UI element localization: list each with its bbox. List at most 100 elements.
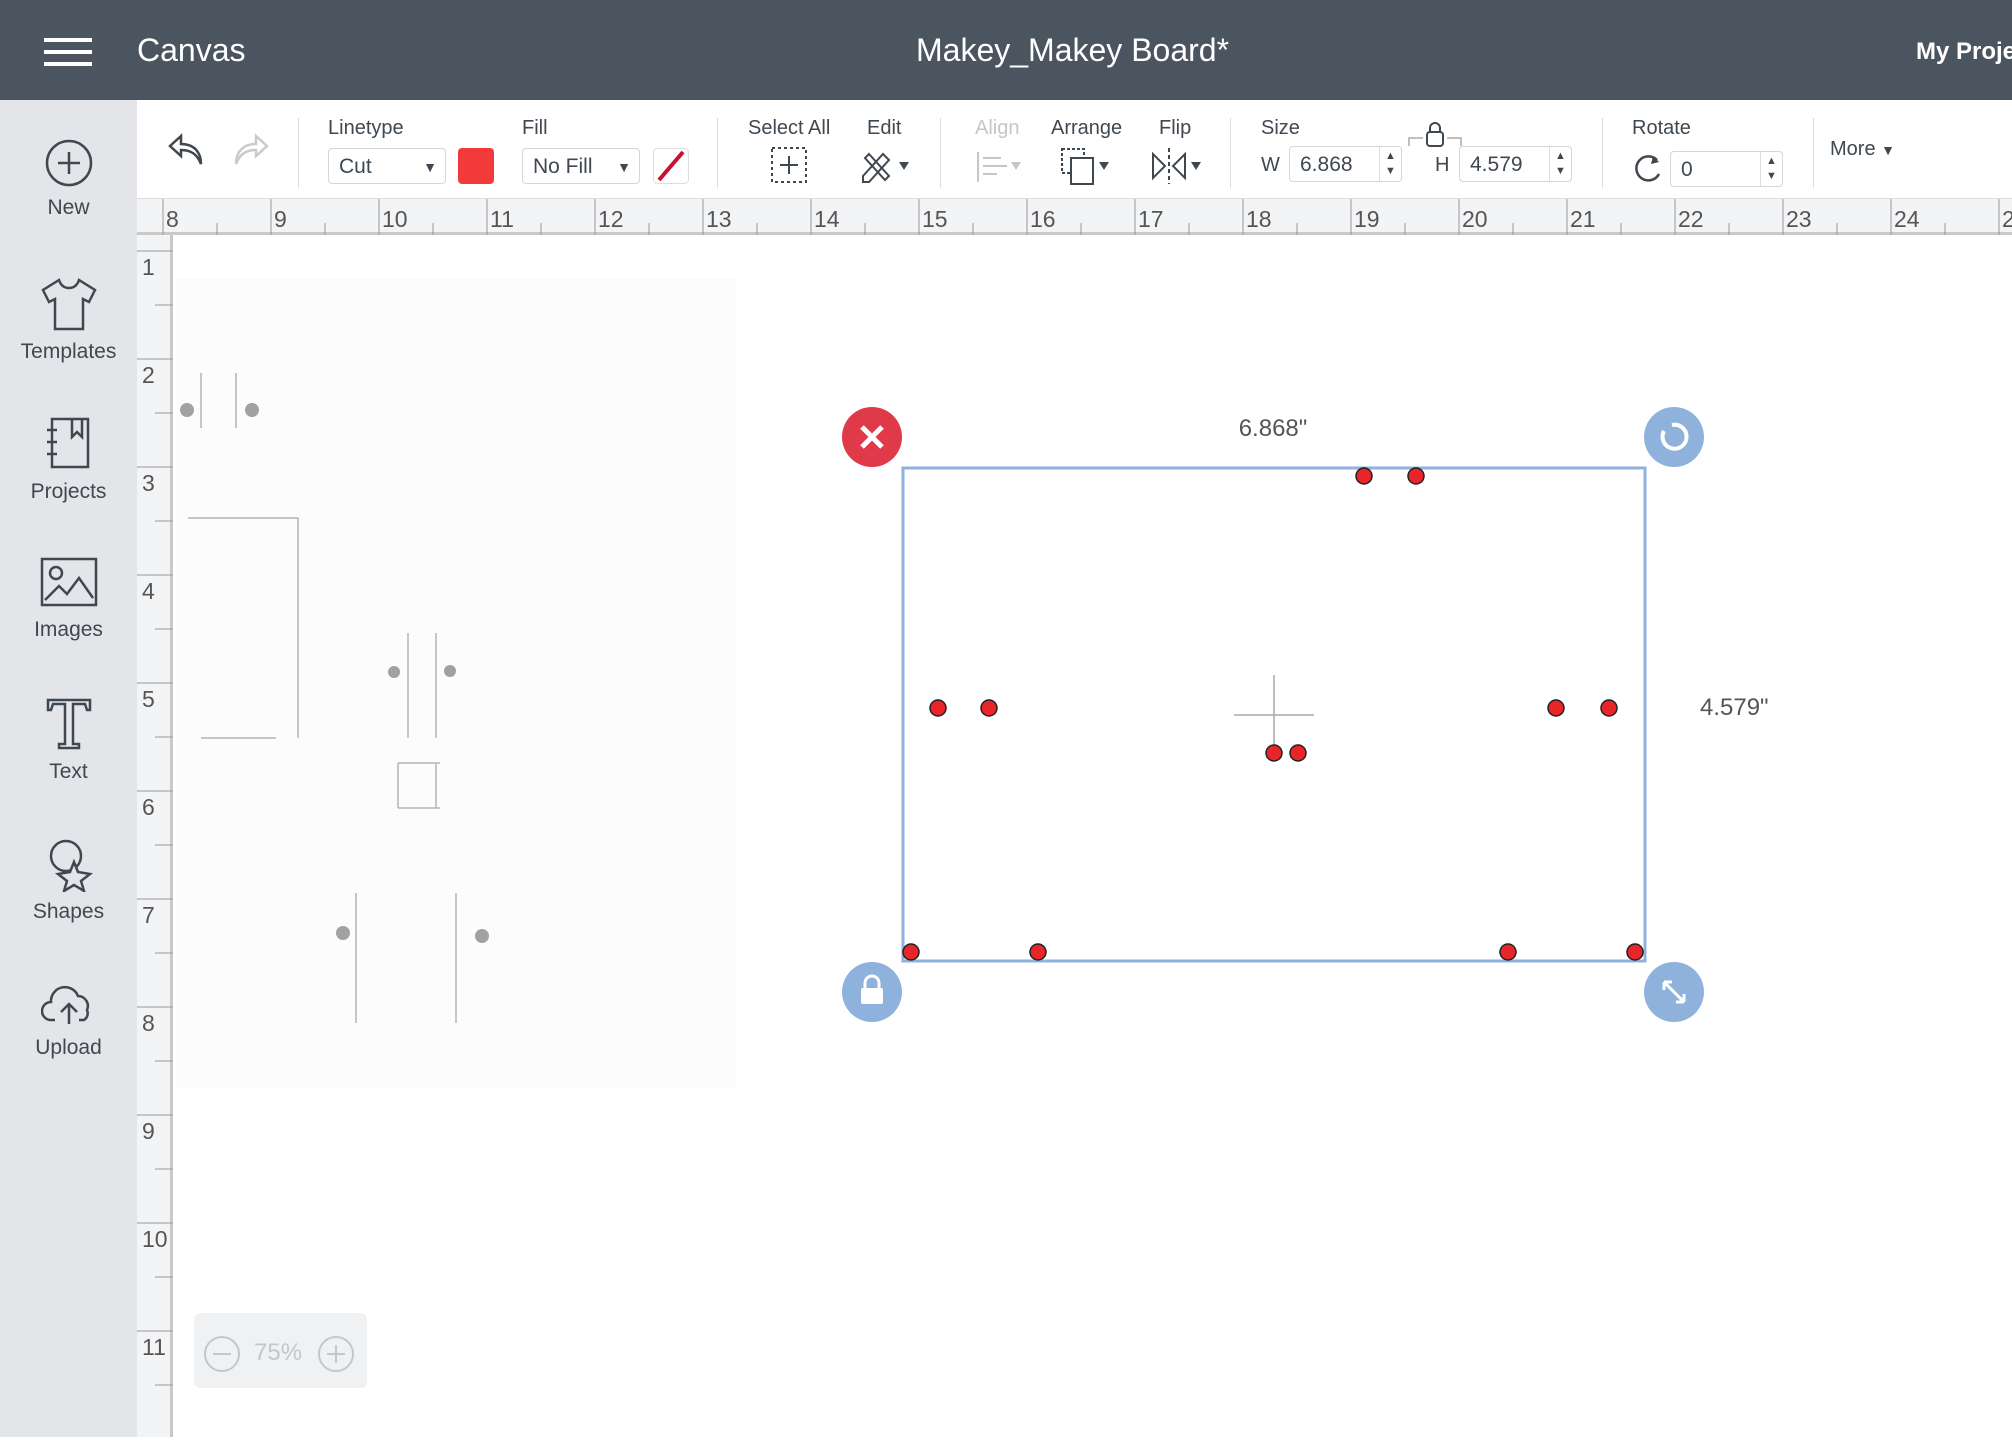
no-fill-swatch[interactable] bbox=[653, 148, 689, 184]
canvas-area[interactable]: 6.868" 4.579" bbox=[176, 238, 2012, 1437]
rotate-handle-bg bbox=[1644, 407, 1704, 467]
app-name: Canvas bbox=[137, 32, 246, 68]
rotate-handle[interactable] bbox=[1644, 407, 1704, 467]
flip-label: Flip bbox=[1159, 117, 1192, 139]
sidebar-item-label: Images bbox=[34, 618, 103, 641]
vertical-ruler: 1 2 3 4 5 6 7 8 9 10 11 bbox=[137, 235, 173, 1437]
rotate-input[interactable]: 0 ▲ ▼ bbox=[1670, 151, 1783, 187]
sketch-image[interactable] bbox=[176, 278, 736, 1088]
image-icon bbox=[40, 557, 97, 607]
ruler-label: 16 bbox=[1030, 206, 1056, 232]
ruler-label: 11 bbox=[142, 1334, 166, 1360]
arrange-label: Arrange bbox=[1051, 117, 1123, 139]
resize-handle[interactable] bbox=[1644, 962, 1704, 1022]
fill-label: Fill bbox=[522, 117, 548, 139]
fill-value: No Fill bbox=[533, 155, 593, 178]
sidebar-item-label: Templates bbox=[20, 340, 117, 363]
rotate-stepper[interactable]: ▲ ▼ bbox=[1760, 152, 1782, 186]
hamburger-icon[interactable] bbox=[44, 36, 92, 68]
ruler-label: 8 bbox=[142, 1010, 155, 1036]
contact-dot bbox=[902, 943, 920, 961]
rotate-label: Rotate bbox=[1632, 117, 1691, 139]
zoom-in-icon[interactable] bbox=[317, 1335, 355, 1373]
toolbar: Linetype Cut ▼ Fill No Fill ▼ Select All E… bbox=[137, 100, 2012, 199]
ruler-label: 22 bbox=[1678, 206, 1704, 232]
sidebar-item-new[interactable]: New bbox=[0, 138, 137, 220]
ruler-label: 8 bbox=[166, 206, 179, 232]
sidebar-item-images[interactable]: Images bbox=[0, 556, 137, 642]
ruler-label: 17 bbox=[1138, 206, 1164, 232]
flip-icon[interactable] bbox=[1149, 146, 1205, 186]
height-label: H bbox=[1435, 154, 1450, 176]
sidebar: New Templates Projects Images Text Shape… bbox=[0, 100, 137, 1437]
sidebar-item-projects[interactable]: Projects bbox=[0, 416, 137, 504]
lock-proportions-icon[interactable] bbox=[1405, 122, 1465, 148]
ruler-label: 11 bbox=[490, 206, 514, 232]
rotate-icon bbox=[1635, 155, 1661, 182]
contact-dot bbox=[980, 699, 998, 717]
width-label: W bbox=[1261, 154, 1280, 176]
select-all-label: Select All bbox=[748, 117, 831, 139]
ruler-label: 2 bbox=[142, 362, 155, 388]
project-title[interactable]: Makey_Makey Board* bbox=[916, 32, 1229, 69]
contact-dot bbox=[1626, 943, 1644, 961]
width-value: 6.868 bbox=[1300, 153, 1353, 176]
ruler-label: 13 bbox=[706, 206, 732, 232]
ruler-label: 4 bbox=[142, 578, 155, 604]
rotate-value: 0 bbox=[1681, 158, 1693, 181]
width-stepper[interactable]: ▲ ▼ bbox=[1379, 147, 1401, 181]
caret-down-icon: ▼ bbox=[1881, 142, 1895, 158]
height-dimension-label: 4.579" bbox=[1700, 694, 1769, 721]
sidebar-item-label: New bbox=[47, 196, 90, 219]
ruler-label: 7 bbox=[142, 902, 155, 928]
edit-icon[interactable] bbox=[859, 146, 915, 184]
zoom-out-icon[interactable] bbox=[203, 1335, 241, 1373]
plus-circle-icon bbox=[45, 139, 92, 187]
more-button[interactable]: More ▼ bbox=[1830, 138, 1895, 161]
width-input[interactable]: 6.868 ▲ ▼ bbox=[1289, 146, 1402, 182]
linetype-select[interactable]: Cut ▼ bbox=[328, 148, 446, 184]
sidebar-item-upload[interactable]: Upload bbox=[0, 980, 137, 1060]
horizontal-ruler: 8 9 10 11 12 13 14 15 16 17 18 19 20 21 22 23 24 2 bbox=[137, 199, 2012, 235]
linetype-color-swatch[interactable] bbox=[458, 148, 494, 184]
ruler-label: 2 bbox=[2002, 206, 2012, 232]
height-stepper[interactable]: ▲ ▼ bbox=[1549, 147, 1571, 181]
sidebar-item-label: Projects bbox=[30, 480, 107, 503]
notebook-icon bbox=[46, 417, 89, 469]
edit-label: Edit bbox=[867, 117, 902, 139]
ruler-label: 12 bbox=[598, 206, 624, 232]
ruler-label: 21 bbox=[1570, 206, 1596, 232]
redo-icon[interactable] bbox=[230, 132, 270, 168]
zoom-control: 75% bbox=[194, 1313, 367, 1388]
ruler-label: 5 bbox=[142, 686, 155, 712]
fill-select[interactable]: No Fill ▼ bbox=[522, 148, 640, 184]
select-all-icon[interactable] bbox=[770, 146, 808, 184]
linetype-label: Linetype bbox=[328, 117, 404, 139]
sidebar-item-shapes[interactable]: Shapes bbox=[0, 836, 137, 924]
sidebar-item-text[interactable]: Text bbox=[0, 696, 137, 784]
ruler-label: 1 bbox=[142, 254, 155, 280]
arrange-icon[interactable] bbox=[1059, 146, 1115, 186]
ruler-label: 18 bbox=[1246, 206, 1272, 232]
ruler-label: 19 bbox=[1354, 206, 1380, 232]
my-projects-link[interactable]: My Proje bbox=[1916, 38, 2012, 66]
contact-dot bbox=[929, 699, 947, 717]
delete-handle[interactable] bbox=[842, 407, 902, 467]
contact-dot bbox=[1499, 943, 1517, 961]
contact-dot bbox=[1547, 699, 1565, 717]
lock-handle[interactable] bbox=[842, 962, 902, 1022]
size-label: Size bbox=[1261, 117, 1300, 139]
height-input[interactable]: 4.579 ▲ ▼ bbox=[1459, 146, 1572, 182]
center-crosshair bbox=[1234, 675, 1314, 755]
tshirt-icon bbox=[40, 278, 97, 331]
contact-dot bbox=[1029, 943, 1047, 961]
contact-dot bbox=[1355, 467, 1373, 485]
caret-down-icon: ▼ bbox=[423, 159, 437, 175]
align-label: Align bbox=[975, 117, 1020, 139]
ruler-label: 14 bbox=[814, 206, 840, 232]
sidebar-item-templates[interactable]: Templates bbox=[0, 276, 137, 364]
text-icon bbox=[46, 698, 91, 750]
undo-icon[interactable] bbox=[167, 132, 207, 168]
header: Canvas Makey_Makey Board* My Proje bbox=[0, 0, 2012, 100]
caret-down-icon: ▼ bbox=[617, 159, 631, 175]
